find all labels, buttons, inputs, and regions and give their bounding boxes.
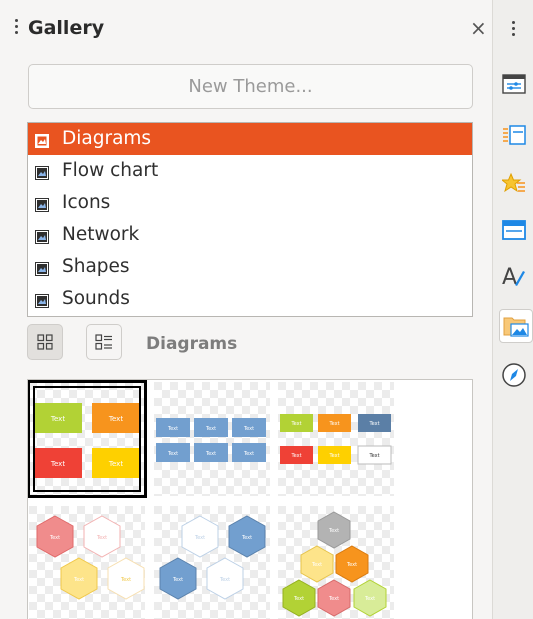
gallery-item-boxes-2x2[interactable]: Text Text Text Text bbox=[28, 380, 147, 498]
properties-icon[interactable] bbox=[501, 71, 527, 97]
icon-view-button[interactable] bbox=[27, 324, 63, 360]
grid-icon bbox=[37, 334, 53, 350]
thumb-text: Text bbox=[205, 426, 216, 432]
image-icon bbox=[35, 132, 49, 148]
navigator-icon[interactable] bbox=[501, 362, 527, 388]
thumb-text: Text bbox=[50, 460, 65, 468]
theme-item-diagrams[interactable]: Diagrams bbox=[28, 123, 472, 155]
gallery-icon[interactable] bbox=[499, 309, 533, 343]
stylist-icon[interactable] bbox=[501, 217, 527, 243]
thumb-text: Text bbox=[219, 577, 230, 583]
gallery-item-hexagon-pyramid[interactable]: Text Text Text Text Text Text bbox=[278, 506, 394, 619]
character-icon[interactable]: A bbox=[501, 263, 527, 289]
panel-title: Gallery bbox=[28, 17, 105, 39]
thumb-text: Text bbox=[328, 453, 339, 459]
theme-item-label: Icons bbox=[62, 192, 111, 213]
thumb-text: Text bbox=[194, 535, 205, 541]
thumb-text: Text bbox=[108, 415, 123, 423]
theme-item-label: Flow chart bbox=[62, 160, 159, 181]
theme-item-label: Shapes bbox=[62, 256, 130, 277]
thumb-text: Text bbox=[293, 596, 304, 602]
thumb-text: Text bbox=[96, 535, 107, 541]
thumb-text: Text bbox=[311, 562, 322, 568]
thumb-text: Text bbox=[241, 535, 252, 541]
thumb-text: Text bbox=[120, 577, 131, 583]
current-theme-label: Diagrams bbox=[146, 334, 238, 354]
thumb-text: Text bbox=[243, 451, 254, 457]
theme-item-label: Network bbox=[62, 224, 140, 245]
thumb-text: Text bbox=[328, 421, 339, 427]
theme-item-flow-chart[interactable]: Flow chart bbox=[28, 155, 472, 187]
theme-item-label: Sounds bbox=[62, 288, 130, 309]
theme-item-icons[interactable]: Icons bbox=[28, 187, 472, 219]
close-button[interactable]: × bbox=[470, 18, 487, 38]
thumb-text: Text bbox=[290, 421, 301, 427]
thumb-text: Text bbox=[49, 535, 60, 541]
theme-item-sounds[interactable]: Sounds bbox=[28, 283, 472, 315]
thumb-text: Text bbox=[368, 453, 379, 459]
thumb-text: Text bbox=[368, 421, 379, 427]
thumb-text: Text bbox=[108, 460, 123, 468]
thumb-text: Text bbox=[364, 596, 375, 602]
image-icon bbox=[35, 164, 49, 180]
thumb-text: Text bbox=[167, 426, 178, 432]
gallery-item-hexagons-warm[interactable]: Text Text Text Text bbox=[29, 506, 145, 619]
thumb-text: Text bbox=[50, 415, 65, 423]
view-mode-bar: Diagrams bbox=[27, 324, 473, 370]
thumb-text: Text bbox=[346, 562, 357, 568]
page-icon[interactable] bbox=[501, 122, 527, 148]
theme-item-label: Diagrams bbox=[62, 128, 152, 149]
theme-list[interactable]: Diagrams Flow chart Icons Network Shapes… bbox=[27, 122, 473, 317]
theme-item-network[interactable]: Network bbox=[28, 219, 472, 251]
panel-grip[interactable] bbox=[15, 19, 18, 37]
tabbar-menu-icon[interactable] bbox=[512, 21, 515, 39]
thumb-text: Text bbox=[243, 426, 254, 432]
sidebar-tabbar: A bbox=[492, 0, 533, 619]
image-icon bbox=[35, 228, 49, 244]
list-icon bbox=[95, 334, 112, 350]
svg-text:A: A bbox=[502, 265, 517, 289]
thumb-text: Text bbox=[328, 596, 339, 602]
detailed-view-button[interactable] bbox=[86, 324, 122, 360]
gallery-item-hexagons-blue[interactable]: Text Text Text Text bbox=[154, 506, 270, 619]
thumb-text: Text bbox=[205, 451, 216, 457]
thumb-text: Text bbox=[172, 577, 183, 583]
styles-icon[interactable] bbox=[501, 171, 527, 197]
gallery-preview[interactable]: Text Text Text Text Text Text Text Text … bbox=[27, 379, 473, 619]
thumb-text: Text bbox=[290, 453, 301, 459]
thumb-text: Text bbox=[73, 577, 84, 583]
gallery-item-color-boxes[interactable]: Text Text Text Text Text Text bbox=[278, 382, 394, 496]
image-icon bbox=[35, 292, 49, 308]
thumb-text: Text bbox=[167, 451, 178, 457]
image-icon bbox=[35, 260, 49, 276]
theme-item-shapes[interactable]: Shapes bbox=[28, 251, 472, 283]
thumb-text: Text bbox=[328, 528, 339, 534]
image-icon bbox=[35, 196, 49, 212]
gallery-panel: Gallery × New Theme... Diagrams Flow cha… bbox=[0, 0, 492, 619]
gallery-item-blue-boxes[interactable]: Text Text Text Text Text Text bbox=[154, 382, 270, 496]
new-theme-button[interactable]: New Theme... bbox=[28, 64, 473, 109]
